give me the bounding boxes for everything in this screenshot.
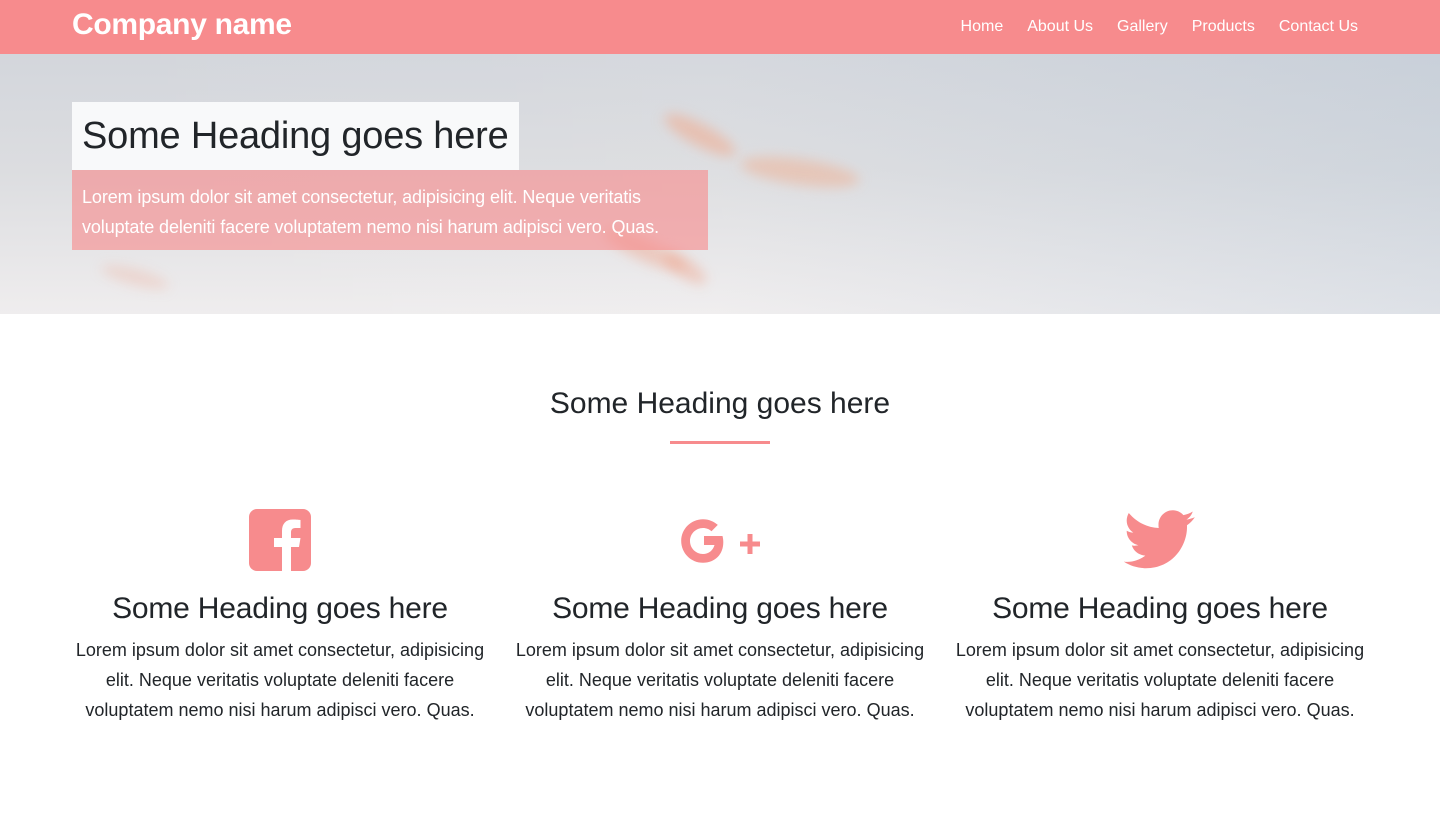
google-plus-icon[interactable] [510,505,930,575]
feature-card-twitter: Some Heading goes here Lorem ipsum dolor… [950,505,1370,725]
nav-link-about-us[interactable]: About Us [1027,17,1093,37]
hero-banner: Some Heading goes here Lorem ipsum dolor… [0,54,1440,314]
feature-card-facebook: Some Heading goes here Lorem ipsum dolor… [70,505,490,725]
hero-text-box: Lorem ipsum dolor sit amet consectetur, … [72,170,708,250]
feature-text: Lorem ipsum dolor sit amet consectetur, … [75,640,485,720]
nav-link-home[interactable]: Home [961,17,1004,37]
feature-text: Lorem ipsum dolor sit amet consectetur, … [515,640,925,720]
section-title-underline [670,441,770,444]
feature-title: Some Heading goes here [992,592,1328,625]
nav-link-contact-us[interactable]: Contact Us [1279,17,1358,37]
navbar: Company name Home About Us Gallery Produ… [0,0,1440,54]
hero-text: Lorem ipsum dolor sit amet consectetur, … [82,187,660,237]
brand-logo-link[interactable]: Company name [72,8,292,42]
facebook-icon[interactable] [70,505,490,575]
nav-link-products[interactable]: Products [1192,17,1255,37]
nav-links: Home About Us Gallery Products Contact U… [937,17,1358,37]
feature-title: Some Heading goes here [552,592,888,625]
hero-title-box: Some Heading goes here [72,102,519,170]
hero-title: Some Heading goes here [82,115,509,157]
feature-card-google-plus: Some Heading goes here Lorem ipsum dolor… [510,505,930,725]
feature-text: Lorem ipsum dolor sit amet consectetur, … [955,640,1365,720]
nav-link-gallery[interactable]: Gallery [1117,17,1168,37]
feature-title: Some Heading goes here [112,592,448,625]
section-title: Some Heading goes here [549,387,891,420]
twitter-icon[interactable] [950,505,1370,575]
